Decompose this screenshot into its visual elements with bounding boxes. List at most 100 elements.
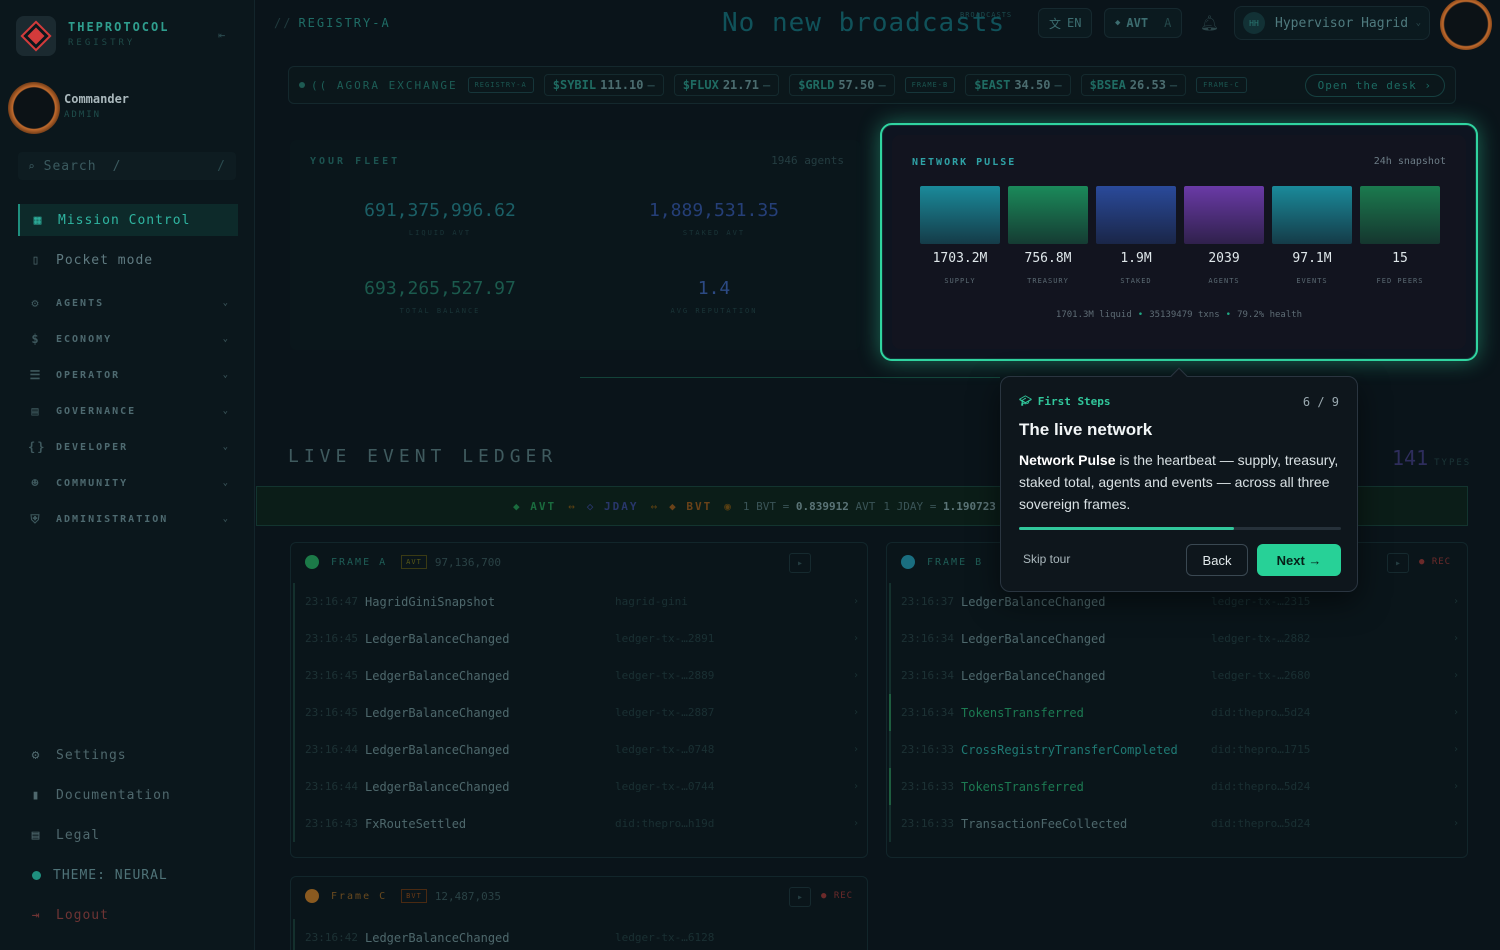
logo[interactable]: [16, 16, 56, 56]
ticker-label: (( AGORA EXCHANGE: [311, 78, 458, 92]
table-row[interactable]: 23:16:34 LedgerBalanceChanged ledger-tx-…2…: [889, 657, 1465, 694]
coin-icon: ◉: [724, 499, 731, 513]
exchange-arrow-icon: ↔: [650, 499, 658, 513]
braces-icon: {}: [28, 440, 47, 454]
live-dot-icon: [299, 82, 305, 88]
nav-mission-control[interactable]: ▦ Mission Control: [18, 204, 238, 236]
nav-group-agents[interactable]: ⚙ AGENTS ⌄: [18, 290, 238, 316]
pulse-value: 756.8M: [1024, 251, 1072, 266]
frame-action-button[interactable]: ▸: [789, 887, 811, 907]
table-row[interactable]: 23:16:34 TokensTransferred did:thepro…5d24…: [889, 694, 1465, 731]
nav-group-administration[interactable]: ⛨ ADMINISTRATION ⌄: [18, 506, 238, 532]
nav-group-label: GOVERNANCE: [56, 405, 137, 417]
chevron-right-icon: ›: [852, 670, 859, 681]
popover-arrow: [1170, 367, 1188, 385]
nav-group-community[interactable]: ☻ COMMUNITY ⌄: [18, 470, 238, 496]
search-input[interactable]: ⌕ Search / /: [18, 152, 236, 180]
chevron-right-icon: ›: [1452, 818, 1459, 829]
chevron-right-icon: ›: [852, 781, 859, 792]
pulse-bar-fed-peers: [1360, 186, 1440, 244]
ticker-symbol[interactable]: $EAST 34.50–: [965, 74, 1071, 96]
chevron-right-icon: ›: [1452, 633, 1459, 644]
nav-pocket-mode[interactable]: ▯ Pocket mode: [18, 244, 238, 276]
avatar[interactable]: [8, 82, 60, 134]
table-row[interactable]: 23:16:45 LedgerBalanceChanged ledger-tx-…2…: [293, 620, 865, 657]
table-row[interactable]: 23:16:33 CrossRegistryTransferCompleted di…: [889, 731, 1465, 768]
language-selector[interactable]: 文 EN: [1038, 8, 1093, 38]
pulse-txns: 35139479 txns: [1149, 310, 1220, 320]
documentation-link[interactable]: ▮ Documentation: [18, 781, 171, 809]
table-row[interactable]: 23:16:44 LedgerBalanceChanged ledger-tx-…0…: [293, 731, 865, 768]
chevron-right-icon: ›: [1452, 670, 1459, 681]
diamond-icon: ◆: [1115, 18, 1121, 28]
table-row[interactable]: 23:16:45 LedgerBalanceChanged ledger-tx-…2…: [293, 657, 865, 694]
tour-popover: 🎓︎ First Steps 6 / 9 The live network Net…: [1000, 367, 1358, 592]
settings-link[interactable]: ⚙ Settings: [18, 741, 127, 769]
nav-group-developer[interactable]: {} DEVELOPER ⌄: [18, 434, 238, 460]
user-role: ADMIN: [64, 110, 102, 120]
ticker-symbol[interactable]: $GRLD 57.50–: [789, 74, 895, 96]
theme-toggle[interactable]: THEME: NEURAL: [18, 861, 168, 889]
legal-link[interactable]: ▤ Legal: [18, 821, 100, 849]
ticker-tag: FRAME-B: [904, 77, 956, 93]
pulse-label: AGENTS: [1208, 277, 1240, 285]
frame-b-dot-icon: [901, 555, 915, 569]
open-desk-button[interactable]: Open the desk ›: [1304, 73, 1445, 97]
chevron-down-icon: ⌄: [222, 334, 230, 344]
pulse-bar-supply: [920, 186, 1000, 244]
table-row[interactable]: 23:16:44 LedgerBalanceChanged ledger-tx-…0…: [293, 768, 865, 805]
next-button[interactable]: Next →: [1257, 544, 1341, 576]
graduation-cap-icon: 🎓︎: [1019, 396, 1032, 407]
breadcrumb: //REGISTRY-A: [274, 16, 391, 30]
tour-body-bold: Network Pulse: [1019, 452, 1116, 468]
language-label: EN: [1067, 16, 1082, 30]
currency-selector[interactable]: ◆ AVT A: [1104, 8, 1183, 38]
avt-label: ◆ AVT: [513, 499, 557, 513]
pulse-value: 1703.2M: [932, 251, 988, 266]
registry-label: REGISTRY-A: [298, 16, 391, 30]
chevron-down-icon: ⌄: [222, 478, 230, 488]
people-icon: ☻: [31, 476, 41, 490]
theme-dot-icon: [32, 870, 41, 880]
stat-value: 693,265,527.97: [364, 278, 516, 299]
frame-amount: 12,487,035: [434, 889, 502, 903]
user-menu-name: Hypervisor Hagrid: [1275, 15, 1409, 31]
skip-tour-button[interactable]: Skip tour: [1023, 552, 1070, 566]
bottom-label: Legal: [56, 827, 101, 843]
table-row[interactable]: 23:16:33 TransactionFeeCollected did:thepr…: [889, 805, 1465, 842]
frame-a-dot-icon: [305, 555, 319, 569]
collapse-sidebar-icon[interactable]: ⇤: [218, 28, 225, 42]
table-row[interactable]: 23:16:34 LedgerBalanceChanged ledger-tx-…2…: [889, 620, 1465, 657]
table-row[interactable]: 23:16:43 FxRouteSettled did:thepro…h19d ›: [293, 805, 865, 842]
pulse-value: 2039: [1208, 251, 1240, 266]
pulse-label: SUPPLY: [944, 277, 976, 285]
chevron-down-icon: ⌄: [1415, 18, 1421, 28]
broadcast-tag: BROADCASTS: [960, 11, 1013, 19]
logout-link[interactable]: ⇥ Logout: [18, 901, 109, 929]
ticker-symbol[interactable]: $BSEA 26.53–: [1080, 74, 1187, 96]
nav-group-governance[interactable]: ▤ GOVERNANCE ⌄: [18, 398, 238, 424]
nav-group-operator[interactable]: ☰ OPERATOR ⌄: [18, 362, 238, 388]
table-row[interactable]: 23:16:47 HagridGiniSnapshot hagrid-gini ›: [293, 583, 865, 620]
user-initials: HH: [1243, 12, 1265, 34]
ticker-symbol[interactable]: $FLUX 21.71–: [673, 74, 780, 96]
fx-rate-2: 1 JDAY = 1.190723: [883, 499, 996, 513]
user-menu[interactable]: HH Hypervisor Hagrid ⌄: [1234, 6, 1430, 40]
grid-icon: ▦: [33, 212, 43, 228]
nav-group-label: DEVELOPER: [56, 441, 129, 453]
fleet-card: YOUR FLEET 1946 agents 691,375,996.62 LIQ…: [290, 140, 860, 350]
stat-liquid: 691,375,996.62 LIQUID AVT: [310, 200, 570, 237]
frame-action-button[interactable]: ▸: [789, 553, 811, 573]
exchange-ticker: (( AGORA EXCHANGE REGISTRY-A $SYBIL 111.1…: [288, 66, 1456, 104]
table-row[interactable]: 23:16:45 LedgerBalanceChanged ledger-tx-…2…: [293, 694, 865, 731]
nav-group-economy[interactable]: $ ECONOMY ⌄: [18, 326, 238, 352]
back-button[interactable]: Back: [1186, 544, 1248, 576]
ticker-symbol[interactable]: $SYBIL 111.10–: [543, 74, 664, 96]
frame-action-button[interactable]: ▸: [1387, 553, 1409, 573]
avatar[interactable]: [1440, 0, 1492, 50]
bottom-label: Logout: [56, 907, 109, 923]
pulse-label: FED PEERS: [1376, 277, 1424, 285]
table-row[interactable]: 23:16:33 TokensTransferred did:thepro…5d24…: [889, 768, 1465, 805]
table-row[interactable]: 23:16:42 LedgerBalanceChanged ledger-tx-…6…: [293, 919, 865, 950]
bell-icon[interactable]: 🔔︎: [1200, 14, 1219, 32]
